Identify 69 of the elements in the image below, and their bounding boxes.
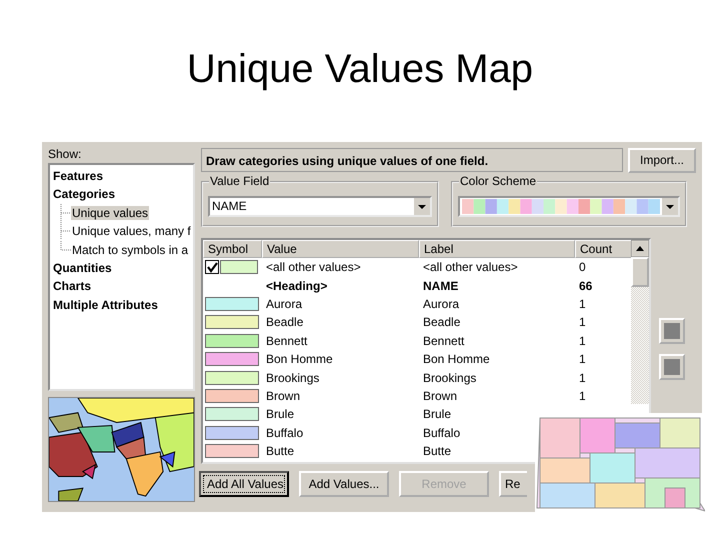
symbol-swatch[interactable] — [205, 426, 259, 440]
symbol-swatch[interactable] — [220, 260, 258, 274]
dialog-button[interactable]: Re — [499, 471, 527, 497]
move-up-button[interactable] — [659, 318, 685, 344]
table-cell: Brookings — [423, 370, 476, 385]
move-down-button[interactable] — [659, 354, 685, 380]
table-cell: Brule — [266, 407, 294, 422]
symbol-swatch[interactable] — [205, 370, 259, 385]
table-cell: Butte — [423, 444, 452, 458]
tree-item[interactable]: Categories — [53, 185, 116, 204]
table-cell: Brule — [423, 407, 452, 422]
column-header[interactable]: Value — [262, 240, 419, 258]
tree-item[interactable]: Match to symbols in a — [71, 242, 190, 257]
symbol-swatch[interactable] — [205, 296, 259, 311]
table-cell: NAME — [423, 278, 458, 293]
table-cell: Aurora — [266, 296, 302, 311]
table-cell: 0 — [579, 260, 586, 274]
description-text: Draw categories using unique values of one field. — [201, 148, 623, 172]
symbol-swatch[interactable] — [205, 407, 259, 422]
column-header[interactable]: Label — [419, 240, 575, 258]
table-cell: <all other values> — [423, 260, 518, 274]
table-cell: 1 — [579, 315, 586, 330]
tree-item[interactable]: Quantities — [53, 258, 112, 278]
table-cell: Brookings — [266, 370, 320, 385]
value-field-dropdown[interactable]: NAME — [208, 196, 432, 216]
table-cell: Beadle — [266, 315, 304, 330]
group-legend: Value Field — [209, 174, 270, 188]
symbol-swatch[interactable] — [205, 334, 259, 348]
tree-item[interactable]: Features — [53, 167, 104, 186]
table-cell: 1 — [579, 352, 586, 366]
table-cell: 1 — [579, 388, 586, 403]
table-cell: 1 — [579, 296, 586, 311]
scrollbar[interactable] — [631, 240, 649, 404]
slide-title: Unique Values Map — [186, 46, 534, 93]
table-cell: <Heading> — [266, 278, 328, 293]
dialog-button[interactable]: Add All Values — [199, 471, 289, 497]
group-legend: Color Scheme — [459, 174, 538, 188]
table-cell: Butte — [266, 444, 294, 458]
tree-item[interactable]: Unique values — [71, 206, 150, 220]
symbol-swatch[interactable] — [205, 388, 259, 403]
table-cell: 1 — [579, 370, 586, 385]
table-cell: <all other values> — [266, 260, 361, 274]
table-cell: Bennett — [423, 334, 464, 348]
table-cell: 1 — [579, 334, 586, 348]
table-cell: Bennett — [266, 334, 308, 348]
checkbox[interactable] — [205, 260, 219, 274]
table-cell: Bon Homme — [266, 352, 333, 366]
show-label: Show: — [48, 146, 82, 163]
import-button[interactable]: Import... — [628, 148, 696, 172]
check-icon — [206, 262, 218, 273]
table-cell: Brown — [266, 388, 300, 403]
table-cell: 66 — [579, 278, 592, 293]
table-cell: Brown — [423, 388, 458, 403]
table-cell: Bon Homme — [423, 352, 490, 366]
scroll-thumb[interactable] — [631, 257, 649, 287]
table-cell: Buffalo — [423, 426, 460, 440]
color-scheme-dropdown[interactable] — [458, 196, 680, 216]
table-cell: Buffalo — [266, 426, 304, 440]
symbol-swatch[interactable] — [205, 315, 259, 330]
table-cell: Beadle — [423, 315, 460, 330]
symbol-swatch[interactable] — [205, 352, 259, 366]
dialog-button[interactable]: Add Values... — [299, 471, 389, 497]
symbol-swatch[interactable] — [205, 444, 259, 458]
scroll-up-icon[interactable] — [631, 240, 649, 257]
tree-item[interactable]: Charts — [53, 277, 92, 296]
tree-item[interactable]: Unique values, many f — [71, 224, 192, 238]
tree-item[interactable]: Multiple Attributes — [53, 296, 158, 314]
table-cell: Aurora — [423, 296, 460, 311]
column-header[interactable]: Symbol — [203, 240, 262, 258]
